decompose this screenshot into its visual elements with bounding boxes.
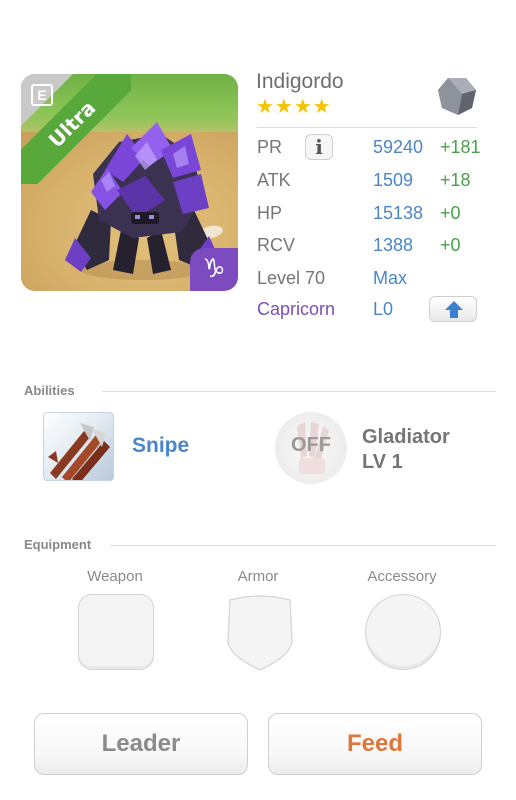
stone-element-icon[interactable] (436, 76, 478, 116)
stat-value-atk: 1509 (373, 170, 414, 190)
stat-label-atk: ATK (257, 170, 291, 190)
gladiator-name-line2: LV 1 (362, 451, 403, 473)
zodiac-label: Capricorn (257, 299, 336, 319)
zodiac-icon: ♑ (190, 248, 238, 291)
stat-label-pr: PR (257, 137, 283, 157)
stat-label-rcv: RCV (257, 235, 296, 255)
accessory-label: Accessory (367, 568, 437, 585)
equipment-title: Equipment (24, 537, 92, 552)
gladiator-off-label: OFF (291, 434, 331, 456)
stat-bonus-rcv: +0 (440, 235, 461, 255)
level-value: Max (373, 268, 408, 288)
arrow-up-icon (445, 301, 463, 318)
leader-button[interactable]: Leader (34, 713, 248, 775)
stat-bonus-hp: +0 (440, 203, 461, 223)
stat-label-hp: HP (257, 203, 283, 223)
armor-slot[interactable] (222, 594, 298, 672)
gladiator-name-line1: Gladiator (362, 426, 450, 448)
equipment-divider (110, 545, 496, 546)
arrows-icon (48, 423, 110, 480)
info-button[interactable]: i (305, 134, 333, 160)
gladiator-ability-name[interactable]: Gladiator LV 1 (362, 425, 450, 475)
weapon-label: Weapon (87, 568, 143, 585)
level-label: Level 70 (257, 268, 326, 288)
stat-value-hp: 15138 (373, 203, 424, 223)
zodiac-upgrade-button[interactable] (429, 296, 477, 322)
header-divider (257, 127, 477, 128)
weapon-slot[interactable] (78, 594, 154, 670)
stat-bonus-pr: +181 (440, 137, 481, 157)
card-corner-icon: E (31, 84, 53, 106)
abilities-title: Abilities (24, 383, 75, 398)
snipe-ability-icon[interactable] (43, 412, 114, 481)
abilities-divider (102, 391, 496, 392)
snipe-ability-name[interactable]: Snipe (132, 434, 189, 458)
feed-button[interactable]: Feed (268, 713, 482, 775)
accessory-slot[interactable] (365, 594, 441, 670)
zodiac-level: L0 (373, 299, 394, 319)
armor-label: Armor (237, 568, 279, 585)
star-rating: ★★★★ (256, 96, 332, 118)
stat-value-rcv: 1388 (373, 235, 414, 255)
monster-name: Indigordo (256, 70, 344, 93)
stat-bonus-atk: +18 (440, 170, 471, 190)
monster-card[interactable]: Ultra E ♑ (21, 74, 238, 291)
stat-value-pr: 59240 (373, 137, 424, 157)
